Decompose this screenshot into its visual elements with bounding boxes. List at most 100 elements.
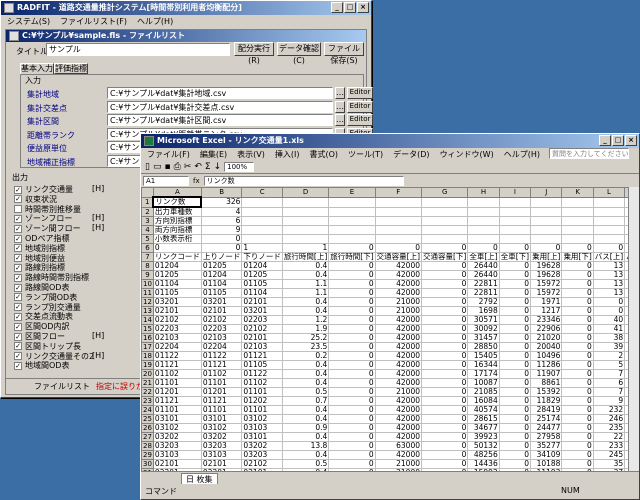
- cell[interactable]: 10087: [467, 378, 500, 388]
- cell[interactable]: 14436: [467, 459, 500, 469]
- cell[interactable]: 0: [498, 306, 532, 316]
- cell[interactable]: 両方向指標: [152, 225, 202, 235]
- cell[interactable]: 0.4: [281, 450, 330, 460]
- row-header[interactable]: 8: [141, 261, 154, 271]
- cell[interactable]: 小数表示桁: [152, 234, 202, 244]
- row-header[interactable]: 17: [141, 342, 154, 352]
- cell[interactable]: 31457: [467, 333, 500, 343]
- cell[interactable]: 50132: [467, 441, 500, 451]
- row-header[interactable]: 2: [141, 206, 154, 217]
- cell[interactable]: [281, 196, 330, 208]
- cell[interactable]: 0: [420, 423, 469, 433]
- cell[interactable]: 01104: [200, 279, 243, 289]
- cell[interactable]: 03101: [152, 414, 202, 424]
- save-icon[interactable]: ▪: [164, 162, 170, 172]
- input-path[interactable]: C:¥サンプル¥dat¥集計地域.csv: [107, 87, 333, 99]
- excel-menu-item[interactable]: ファイル(F): [147, 148, 190, 161]
- output-checkbox-row[interactable]: ✓ 地域間OD表: [14, 360, 69, 371]
- cell[interactable]: 8861: [530, 378, 563, 388]
- cell[interactable]: 01102: [152, 369, 202, 379]
- checkbox[interactable]: ✓: [14, 195, 22, 204]
- cell[interactable]: 0: [561, 288, 594, 298]
- cell[interactable]: 0: [561, 333, 594, 343]
- row-header[interactable]: 13: [141, 306, 154, 316]
- cell[interactable]: 1217: [530, 306, 563, 316]
- cell[interactable]: 0.4: [281, 378, 330, 388]
- cell[interactable]: 42000: [374, 324, 423, 334]
- cell[interactable]: 0: [200, 234, 243, 244]
- cell[interactable]: 13: [592, 288, 626, 298]
- cell[interactable]: 0.4: [281, 405, 330, 415]
- checkbox[interactable]: ✓: [14, 293, 22, 302]
- cell[interactable]: 0.4: [281, 432, 330, 442]
- cell[interactable]: 0: [374, 243, 423, 253]
- cell[interactable]: 0.4: [281, 297, 330, 307]
- cell[interactable]: 0: [498, 315, 532, 325]
- cell[interactable]: 10188: [530, 459, 563, 469]
- spreadsheet-grid[interactable]: ABCDEFGHIJKLMN1リンク数3262出力車種数43方向別指標64両方向…: [141, 187, 628, 471]
- cell[interactable]: [467, 196, 500, 208]
- cell[interactable]: 39: [592, 342, 626, 352]
- cell[interactable]: 6: [592, 378, 626, 388]
- cell[interactable]: 0: [328, 450, 376, 460]
- cell[interactable]: 13.8: [281, 441, 330, 451]
- cell[interactable]: 03102: [241, 414, 283, 424]
- cell[interactable]: 0: [561, 243, 594, 253]
- cell[interactable]: 01205: [152, 270, 202, 280]
- cell[interactable]: 1698: [467, 306, 500, 316]
- cell[interactable]: 全車[上]: [467, 252, 500, 262]
- cell[interactable]: 0: [328, 333, 376, 343]
- checkbox[interactable]: ✓: [14, 312, 22, 321]
- cell[interactable]: 0.7: [281, 396, 330, 406]
- column-header[interactable]: A: [152, 187, 202, 198]
- cell[interactable]: 0: [561, 342, 594, 352]
- cell[interactable]: 0: [420, 324, 469, 334]
- cell[interactable]: 42000: [374, 261, 423, 271]
- help-search-input[interactable]: 質問を入力してください: [549, 148, 629, 159]
- cell[interactable]: 2: [592, 351, 626, 361]
- checkbox[interactable]: ✓: [14, 234, 22, 243]
- cell[interactable]: 02101: [152, 306, 202, 316]
- cell[interactable]: [498, 196, 532, 208]
- cell[interactable]: 01102: [241, 378, 283, 388]
- cell[interactable]: 0: [592, 306, 626, 316]
- cell[interactable]: 22811: [467, 279, 500, 289]
- excel-menu-item[interactable]: 書式(O): [309, 148, 338, 161]
- cell[interactable]: [561, 216, 594, 226]
- cell[interactable]: 21020: [530, 333, 563, 343]
- cell[interactable]: 0: [561, 306, 594, 316]
- row-header[interactable]: 22: [141, 387, 154, 397]
- cell[interactable]: 17174: [467, 369, 500, 379]
- cell[interactable]: 03201: [200, 297, 243, 307]
- cell[interactable]: 0: [328, 315, 376, 325]
- cell[interactable]: 19628: [530, 270, 563, 280]
- zoom-select[interactable]: 100%: [224, 162, 255, 172]
- cell[interactable]: 0: [328, 342, 376, 352]
- cell[interactable]: 15972: [530, 279, 563, 289]
- excel-menu-item[interactable]: 挿入(I): [275, 148, 300, 161]
- cell[interactable]: 0: [328, 459, 376, 469]
- cell[interactable]: 34677: [467, 423, 500, 433]
- cell[interactable]: 乗用[下]: [561, 252, 594, 262]
- cell[interactable]: [374, 216, 423, 226]
- cell[interactable]: 246: [592, 414, 626, 424]
- cell[interactable]: 03101: [200, 414, 243, 424]
- cell[interactable]: [281, 225, 330, 235]
- cell[interactable]: 01201: [200, 387, 243, 397]
- cell[interactable]: 21085: [467, 387, 500, 397]
- cell[interactable]: 1.2: [281, 315, 330, 325]
- checkbox[interactable]: ✓: [14, 322, 22, 331]
- cell[interactable]: 42000: [374, 270, 423, 280]
- cell[interactable]: 0: [561, 459, 594, 469]
- cell[interactable]: 0.5: [281, 387, 330, 397]
- checkbox[interactable]: ✓: [14, 303, 22, 312]
- cell[interactable]: 0: [200, 243, 243, 253]
- cell[interactable]: 全車[下]: [498, 252, 532, 262]
- cell[interactable]: 38: [592, 333, 626, 343]
- cell[interactable]: 0: [498, 396, 532, 406]
- checkbox[interactable]: ✓: [14, 342, 22, 351]
- cell[interactable]: [498, 234, 532, 244]
- editor-button[interactable]: Editor: [347, 100, 373, 113]
- cell[interactable]: 01121: [241, 351, 283, 361]
- cell[interactable]: 01122: [200, 351, 243, 361]
